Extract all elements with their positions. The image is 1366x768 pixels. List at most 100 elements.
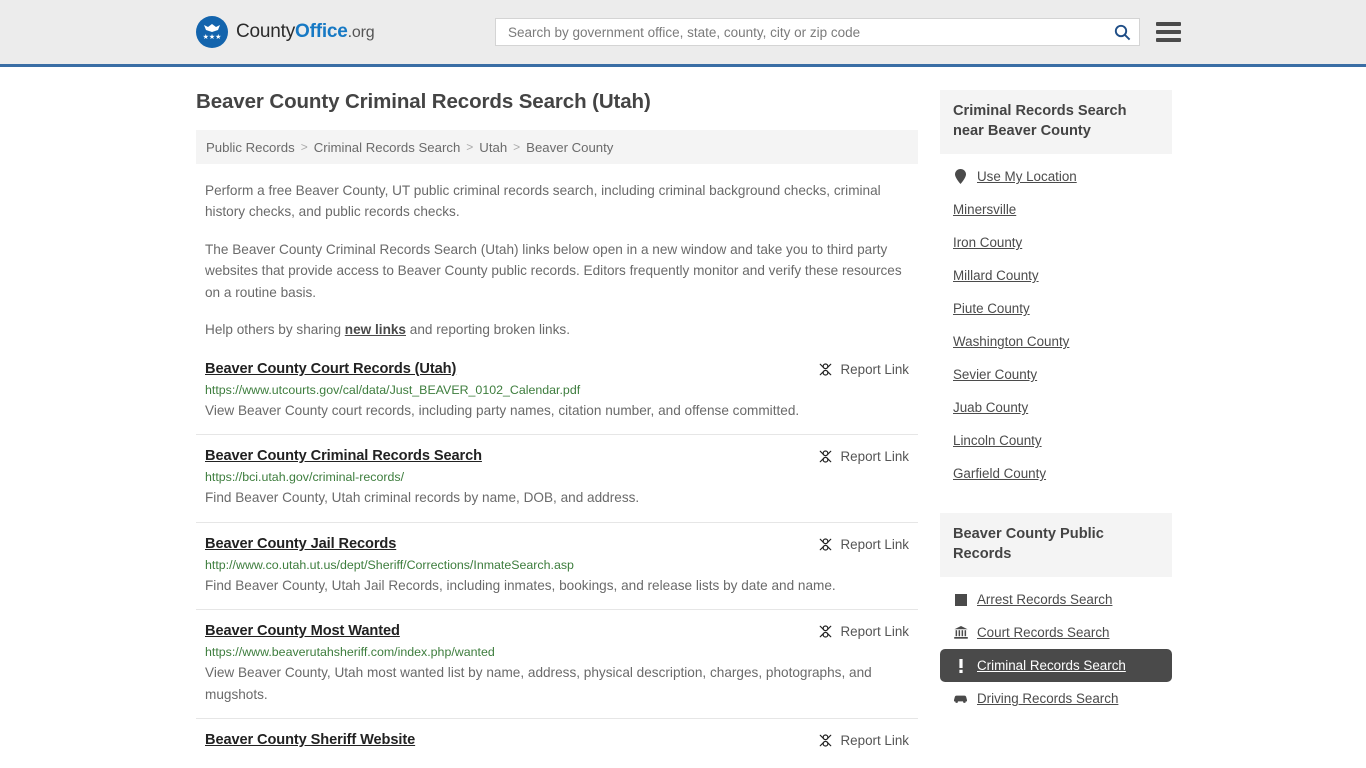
report-link-button[interactable]: Report Link — [818, 536, 909, 552]
breadcrumb-separator: > — [513, 140, 521, 154]
logo-part-office: Office — [295, 21, 348, 42]
courthouse-icon — [953, 626, 968, 639]
intro-p3-after: and reporting broken links. — [406, 322, 570, 338]
record-link-description: View Beaver County, Utah most wanted lis… — [205, 665, 872, 702]
list-item: Beaver County Jail Records Report Link h… — [196, 536, 918, 611]
car-icon — [953, 694, 968, 704]
breadcrumb: Public Records > Criminal Records Search… — [196, 130, 918, 164]
report-link-label: Report Link — [840, 536, 909, 552]
link-row: Beaver County Criminal Records Search Re… — [205, 448, 909, 464]
sidebar-item-iron-county[interactable]: Iron County — [940, 226, 1172, 259]
report-link-button[interactable]: Report Link — [818, 361, 909, 377]
sidebar-item-washington-county[interactable]: Washington County — [940, 325, 1172, 358]
stars-icon: ★★★ — [202, 34, 222, 41]
sidebar-item-label[interactable]: Iron County — [953, 235, 1022, 250]
link-row: Beaver County Most Wanted Report Link — [205, 623, 909, 639]
site-header: ★★★ CountyOffice.org — [0, 0, 1366, 67]
new-links-link[interactable]: new links — [345, 322, 406, 337]
breadcrumb-separator: > — [300, 140, 308, 154]
sidebar-item-label[interactable]: Sevier County — [953, 367, 1037, 382]
search-icon[interactable] — [1111, 21, 1133, 43]
record-link-description: Find Beaver County, Utah Jail Records, i… — [205, 577, 836, 593]
report-link-button[interactable]: Report Link — [818, 448, 909, 464]
report-link-button[interactable]: Report Link — [818, 732, 909, 748]
broken-link-icon — [819, 363, 831, 376]
sidebar-item-label[interactable]: Lincoln County — [953, 433, 1042, 448]
logo-part-county: County — [236, 21, 296, 42]
search-box[interactable] — [495, 18, 1140, 46]
sidebar-item-garfield-county[interactable]: Garfield County — [940, 457, 1172, 490]
link-row: Beaver County Court Records (Utah) Repor… — [205, 361, 909, 377]
eagle-seal-icon: ★★★ — [196, 16, 228, 48]
sidebar-item-label[interactable]: Criminal Records Search — [977, 658, 1126, 673]
main-content: Beaver County Criminal Records Search (U… — [196, 67, 918, 768]
sidebar-item-driving-records-search[interactable]: Driving Records Search — [940, 682, 1172, 715]
record-link-url: https://www.beaverutahsheriff.com/index.… — [205, 645, 495, 660]
breadcrumb-item-beaver-county[interactable]: Beaver County — [526, 140, 613, 155]
record-link-title[interactable]: Beaver County Sheriff Website — [205, 732, 415, 748]
sidebar-item-label[interactable]: Washington County — [953, 334, 1069, 349]
breadcrumb-item-utah[interactable]: Utah — [479, 140, 507, 155]
hamburger-bar — [1156, 22, 1181, 26]
broken-link-icon — [819, 734, 831, 747]
sidebar-item-label[interactable]: Garfield County — [953, 466, 1046, 481]
report-link-label: Report Link — [840, 361, 909, 377]
sidebar-item-label[interactable]: Millard County — [953, 268, 1039, 283]
record-link-description: View Beaver County court records, includ… — [205, 402, 800, 418]
report-link-label: Report Link — [840, 733, 909, 749]
list-item: Beaver County Sheriff Website Report Lin… — [196, 732, 918, 761]
search-input[interactable] — [506, 23, 1111, 41]
sidebar-item-sevier-county[interactable]: Sevier County — [940, 358, 1172, 391]
map-pin-icon — [953, 169, 968, 185]
intro-paragraph-2: The Beaver County Criminal Records Searc… — [205, 241, 902, 300]
sidebar-item-criminal-records-search[interactable]: Criminal Records Search — [940, 649, 1172, 683]
logo-wordmark: CountyOffice.org — [236, 21, 375, 43]
card-title: Criminal Records Search near Beaver Coun… — [940, 90, 1172, 155]
broken-link-icon — [819, 450, 831, 463]
list-item: Beaver County Criminal Records Search Re… — [196, 448, 918, 523]
sidebar: Criminal Records Search near Beaver Coun… — [940, 67, 1172, 768]
records-link-list: Beaver County Court Records (Utah) Repor… — [196, 361, 918, 761]
intro-p3-before: Help others by sharing — [205, 322, 345, 338]
sidebar-item-label[interactable]: Minersville — [953, 202, 1016, 217]
card-title: Beaver County Public Records — [940, 513, 1172, 578]
sidebar-item-juab-county[interactable]: Juab County — [940, 391, 1172, 424]
sidebar-item-court-records-search[interactable]: Court Records Search — [940, 616, 1172, 649]
page-body: Beaver County Criminal Records Search (U… — [0, 67, 1366, 768]
sidebar-item-label[interactable]: Arrest Records Search — [977, 592, 1112, 607]
sidebar-item-minersville[interactable]: Minersville — [940, 193, 1172, 226]
record-link-url: https://bci.utah.gov/criminal-records/ — [205, 470, 405, 485]
report-link-button[interactable]: Report Link — [818, 623, 909, 639]
sidebar-item-label[interactable]: Piute County — [953, 301, 1030, 316]
list-item: Beaver County Court Records (Utah) Repor… — [196, 361, 918, 436]
record-link-title[interactable]: Beaver County Most Wanted — [205, 623, 400, 639]
sidebar-item-label[interactable]: Court Records Search — [977, 625, 1109, 640]
record-link-url: http://www.co.utah.ut.us/dept/Sheriff/Co… — [205, 557, 574, 572]
site-logo[interactable]: ★★★ CountyOffice.org — [196, 16, 375, 48]
record-link-title[interactable]: Beaver County Criminal Records Search — [205, 448, 482, 464]
record-link-url: https://www.utcourts.gov/cal/data/Just_B… — [205, 382, 581, 397]
sidebar-item-label[interactable]: Use My Location — [977, 169, 1077, 184]
intro-paragraph-1: Perform a free Beaver County, UT public … — [205, 183, 881, 220]
sidebar-item-label[interactable]: Driving Records Search — [977, 691, 1118, 706]
sidebar-item-use-my-location[interactable]: Use My Location — [940, 160, 1172, 193]
card-criminal-records-near: Criminal Records Search near Beaver Coun… — [940, 90, 1172, 490]
report-link-label: Report Link — [840, 624, 909, 640]
breadcrumb-item-criminal-records-search[interactable]: Criminal Records Search — [314, 140, 461, 155]
exclamation-icon — [953, 658, 968, 673]
record-link-description: Find Beaver County, Utah criminal record… — [205, 490, 640, 506]
breadcrumb-separator: > — [466, 140, 474, 154]
sidebar-item-label[interactable]: Juab County — [953, 400, 1028, 415]
record-link-title[interactable]: Beaver County Jail Records — [205, 536, 396, 552]
broken-link-icon — [819, 625, 831, 638]
hamburger-bar — [1156, 38, 1181, 42]
sidebar-item-piute-county[interactable]: Piute County — [940, 292, 1172, 325]
sidebar-item-millard-county[interactable]: Millard County — [940, 259, 1172, 292]
record-link-title[interactable]: Beaver County Court Records (Utah) — [205, 361, 456, 377]
card-body: Use My Location Minersville Iron County … — [940, 154, 1172, 490]
sidebar-item-arrest-records-search[interactable]: Arrest Records Search — [940, 583, 1172, 616]
sidebar-item-lincoln-county[interactable]: Lincoln County — [940, 424, 1172, 457]
breadcrumb-item-public-records[interactable]: Public Records — [206, 140, 295, 155]
hamburger-menu-icon[interactable] — [1156, 22, 1181, 42]
link-row: Beaver County Jail Records Report Link — [205, 536, 909, 552]
